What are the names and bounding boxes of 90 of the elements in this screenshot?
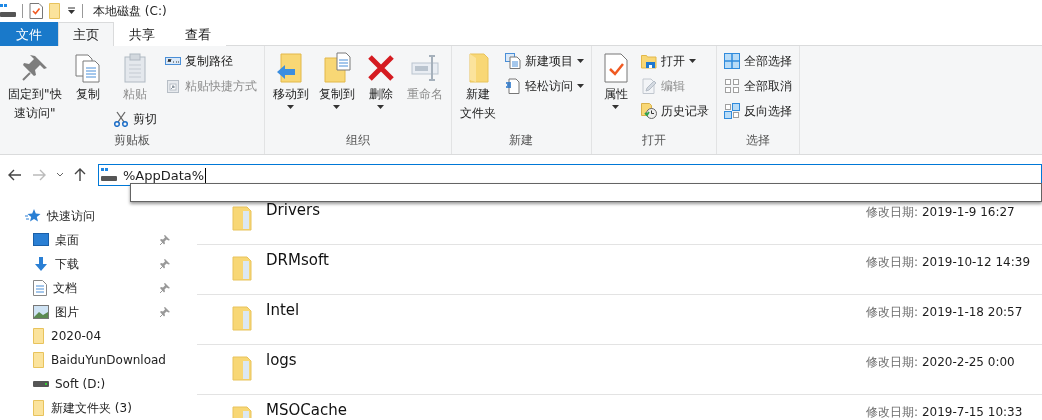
group-label: 新建	[508, 132, 535, 149]
caret-icon	[287, 105, 295, 109]
date-label: 修改日期:	[866, 205, 919, 219]
date-value: 2019-7-15 10:33	[921, 405, 1023, 418]
caret-icon	[377, 105, 385, 109]
grid-icon	[723, 53, 740, 69]
folder-icon	[232, 355, 252, 381]
up-arrow-icon[interactable]	[74, 168, 86, 182]
date-value: 2019-1-9 16:27	[921, 205, 1015, 219]
caret-icon	[333, 105, 341, 109]
clock-icon	[640, 103, 657, 119]
date-label: 修改日期:	[866, 355, 919, 369]
date-label: 修改日期:	[866, 305, 919, 319]
nav-item[interactable]: 桌面	[0, 228, 178, 252]
documents-icon	[504, 53, 521, 69]
ribbon-tab[interactable]: 文件	[0, 22, 58, 46]
ribbon-button[interactable]: 历史记录	[637, 100, 712, 122]
ribbon-button[interactable]: 新建项目	[501, 50, 587, 72]
monitor-icon	[33, 233, 49, 247]
group-label: 打开	[640, 132, 667, 149]
date-value: 2019-10-12 14:39	[921, 255, 1030, 269]
ribbon-button[interactable]: 属性	[595, 50, 636, 111]
drive-icon	[101, 168, 117, 182]
text-cursor-icon	[408, 52, 441, 84]
folder-icon	[33, 400, 45, 416]
ribbon-button[interactable]: 打开	[637, 50, 712, 72]
file-name[interactable]: Intel	[266, 301, 300, 319]
group-label: 剪贴板	[112, 132, 151, 149]
folder-icon	[232, 305, 252, 331]
file-name[interactable]: logs	[266, 351, 297, 369]
nav-item[interactable]: 图片	[0, 300, 178, 324]
date-label: 修改日期:	[866, 255, 919, 269]
file-name[interactable]: MSOCache	[266, 401, 347, 418]
folder-icon	[33, 328, 45, 344]
nav-item[interactable]: BaiduYunDownload	[0, 348, 178, 372]
ribbon-button[interactable]: 全部取消	[720, 75, 795, 97]
date-label: 修改日期:	[866, 405, 919, 418]
pencil-icon	[640, 78, 657, 94]
nav-item[interactable]: Soft (D:)	[0, 372, 178, 396]
document-icon	[33, 280, 47, 296]
empty-grid-icon	[723, 78, 740, 94]
nav-item[interactable]: 文档	[0, 276, 178, 300]
caret-icon	[576, 84, 584, 88]
pin-icon	[160, 235, 170, 245]
pin-icon	[160, 283, 170, 293]
file-name[interactable]: DRMsoft	[266, 251, 329, 269]
folder-icon	[232, 205, 252, 231]
ribbon-button[interactable]: 全部选择	[720, 50, 795, 72]
ribbon-button[interactable]: 剪切	[109, 108, 160, 130]
ribbon-button[interactable]: 复制	[67, 50, 108, 105]
ribbon-button[interactable]: 轻松访问	[501, 75, 587, 97]
back-arrow-icon[interactable]	[8, 169, 22, 181]
folder-icon	[232, 255, 252, 281]
ribbon-button[interactable]: 反向选择	[720, 100, 795, 122]
chevron-icon[interactable]	[56, 172, 64, 178]
ribbon-button[interactable]: 新建 文件夹	[455, 50, 500, 124]
folder-icon	[49, 3, 61, 19]
folder-window-icon	[640, 53, 657, 69]
nav-item[interactable]: 快速访问	[0, 204, 178, 228]
caret-icon	[688, 59, 696, 63]
file-name[interactable]: Drivers	[266, 201, 320, 219]
group-label: 选择	[744, 132, 771, 149]
nav-item[interactable]: 2020-04	[0, 324, 178, 348]
ribbon-button[interactable]: 复制到	[314, 50, 359, 111]
pin-icon	[160, 259, 170, 269]
checklist-icon	[29, 3, 43, 19]
caret-icon	[576, 59, 584, 63]
window-title: 本地磁盘 (C:)	[93, 2, 167, 20]
document-icon	[504, 78, 521, 94]
ribbon-tab[interactable]: 主页	[58, 22, 114, 46]
grid-icon	[723, 103, 740, 119]
date-value: 2020-2-25 0:00	[921, 355, 1015, 369]
nav-item[interactable]: 新建文件夹 (3)	[0, 396, 178, 420]
caret-icon[interactable]	[67, 7, 76, 15]
download-arrow-icon	[33, 256, 49, 272]
folder-icon	[33, 352, 45, 368]
ribbon-button[interactable]: 删除	[360, 50, 401, 111]
nav-item[interactable]: 下载	[0, 252, 178, 276]
drive-icon	[33, 380, 49, 388]
drive-icon	[0, 4, 16, 18]
ribbon-button[interactable]: 移动到	[268, 50, 313, 111]
scissors-icon	[112, 111, 129, 127]
pin-icon	[160, 307, 170, 317]
image-icon	[33, 305, 49, 319]
ribbon-button[interactable]: 固定到"快 速访问"	[4, 50, 66, 124]
caret-icon	[612, 105, 620, 109]
date-value: 2019-1-18 20:57	[921, 305, 1023, 319]
group-label: 组织	[344, 132, 371, 149]
star-icon	[25, 208, 41, 224]
ribbon-button[interactable]: 复制路径	[161, 50, 260, 72]
